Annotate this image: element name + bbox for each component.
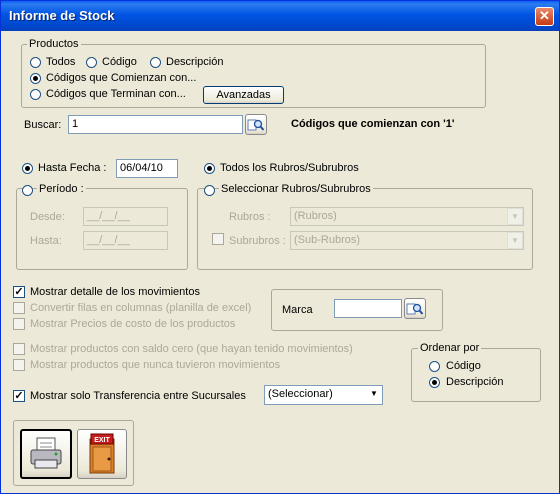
window-title: Informe de Stock <box>9 8 115 23</box>
convertir-checkbox[interactable] <box>13 302 25 314</box>
radio-hasta-fecha[interactable] <box>22 163 33 174</box>
rubros-dropdown-arrow-icon[interactable]: ▼ <box>507 208 523 225</box>
close-button[interactable]: ✕ <box>535 7 554 26</box>
transferencia-dropdown-arrow-icon[interactable]: ▼ <box>366 386 382 404</box>
todos-rubros-label: Todos los Rubros/Subrubros <box>220 162 359 174</box>
mostrar-detalle-label: Mostrar detalle de los movimientos <box>30 286 200 298</box>
report-window: Informe de Stock ✕ Productos Todos Códig… <box>0 0 560 494</box>
radio-comienzan-label: Códigos que Comienzan con... <box>46 72 197 84</box>
title-bar: Informe de Stock ✕ <box>1 1 559 31</box>
radio-descripcion-label: Descripción <box>166 56 224 68</box>
radio-todos[interactable] <box>30 57 41 68</box>
radio-terminan-label: Códigos que Terminan con... <box>46 88 186 100</box>
periodo-label: Período : <box>37 183 86 195</box>
marca-search-button[interactable] <box>404 298 426 319</box>
desde-label: Desde: <box>30 211 65 223</box>
printer-icon <box>30 437 62 469</box>
rubros-select[interactable]: (Rubros) <box>290 207 524 226</box>
ordenar-descripcion-label: Descripción <box>446 376 504 388</box>
nunca-movimientos-checkbox[interactable] <box>13 359 25 371</box>
convertir-label: Convertir filas en columnas (planilla de… <box>30 302 252 314</box>
subrubros-label: Subrubros : <box>229 235 286 247</box>
buscar-label: Buscar: <box>24 119 62 131</box>
nunca-movimientos-label: Mostrar productos que nunca tuvieron mov… <box>30 359 281 371</box>
radio-comienzan[interactable] <box>30 73 41 84</box>
buscar-result-text: Códigos que comienzan con '1' <box>291 118 455 130</box>
radio-todos-label: Todos <box>46 56 76 68</box>
ordenar-codigo-label: Código <box>446 360 481 372</box>
hasta-fecha-label: Hasta Fecha : <box>38 162 107 174</box>
search-icon <box>406 303 424 315</box>
ordenar-legend: Ordenar por <box>418 342 482 354</box>
precios-label: Mostrar Precios de costo de los producto… <box>30 318 236 330</box>
rubros-group <box>197 188 533 270</box>
radio-todos-rubros[interactable] <box>204 163 215 174</box>
radio-periodo[interactable] <box>22 185 33 196</box>
marca-input[interactable] <box>334 299 402 318</box>
mostrar-detalle-checkbox[interactable]: ✓ <box>13 286 25 298</box>
hasta-fecha-input[interactable]: 06/04/10 <box>116 159 178 178</box>
exit-button[interactable]: EXIT <box>77 429 127 479</box>
hasta-label: Hasta: <box>30 235 62 247</box>
radio-seleccionar-rubros[interactable] <box>204 185 215 196</box>
exit-door-icon: EXIT <box>89 433 115 474</box>
exit-sign-text: EXIT <box>94 437 110 444</box>
radio-codigo-label: Código <box>102 56 137 68</box>
hasta-input[interactable]: __/__/__ <box>83 231 168 250</box>
rubros-label: Rubros : <box>229 211 271 223</box>
precios-checkbox[interactable] <box>13 318 25 330</box>
transferencia-checkbox[interactable]: ✓ <box>13 390 25 402</box>
saldo-cero-label: Mostrar productos con saldo cero (que ha… <box>30 343 353 355</box>
desde-input[interactable]: __/__/__ <box>83 207 168 226</box>
radio-descripcion[interactable] <box>150 57 161 68</box>
productos-legend: Productos <box>27 38 81 50</box>
subrubros-dropdown-arrow-icon[interactable]: ▼ <box>507 232 523 249</box>
marca-label: Marca <box>282 304 313 316</box>
ordenar-group <box>411 348 541 402</box>
saldo-cero-checkbox[interactable] <box>13 343 25 355</box>
avanzadas-button[interactable]: Avanzadas <box>203 86 284 104</box>
subrubros-checkbox[interactable] <box>212 233 224 245</box>
print-button[interactable] <box>20 429 72 479</box>
transferencia-label: Mostrar solo Transferencia entre Sucursa… <box>30 390 246 402</box>
search-icon <box>247 119 265 131</box>
buscar-input[interactable]: 1 <box>68 115 243 134</box>
radio-codigo[interactable] <box>86 57 97 68</box>
radio-ordenar-codigo[interactable] <box>429 361 440 372</box>
radio-terminan[interactable] <box>30 89 41 100</box>
subrubros-select[interactable]: (Sub-Rubros) <box>290 231 524 250</box>
seleccionar-rubros-label: Seleccionar Rubros/Subrubros <box>219 183 373 195</box>
periodo-group <box>16 188 188 270</box>
radio-ordenar-descripcion[interactable] <box>429 377 440 388</box>
buscar-search-button[interactable] <box>245 114 267 135</box>
